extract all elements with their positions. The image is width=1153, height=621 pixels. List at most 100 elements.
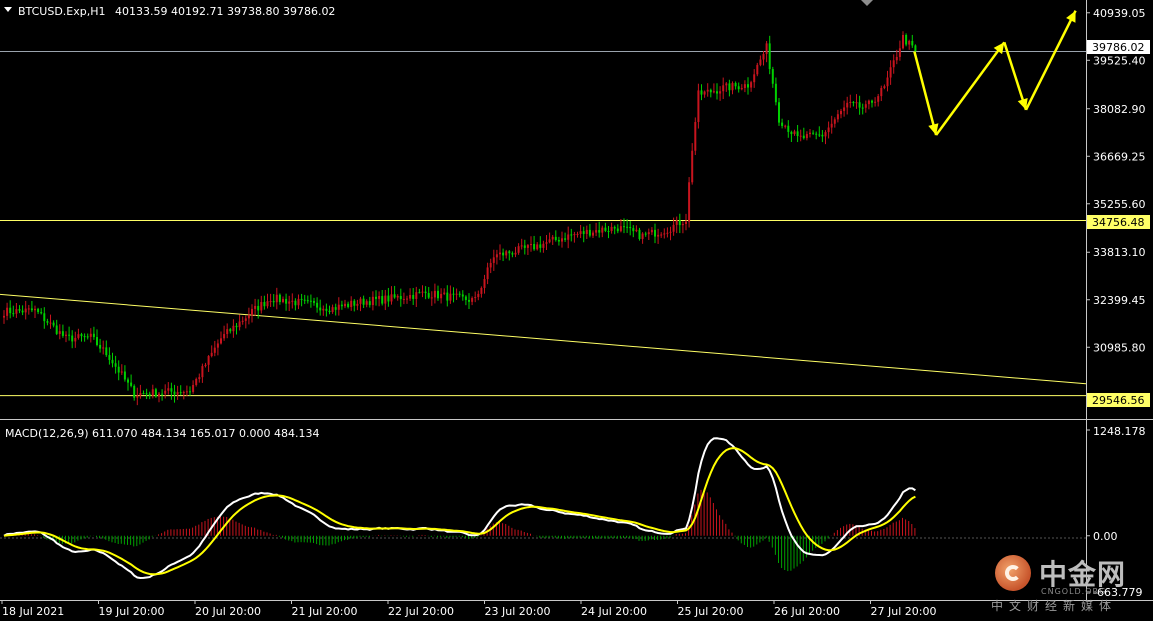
macd-title[interactable]: MACD(12,26,9) 611.070 484.134 165.017 0.… bbox=[5, 427, 319, 440]
candle-body bbox=[272, 301, 275, 303]
candle-body bbox=[471, 298, 474, 302]
candle-body bbox=[86, 336, 89, 338]
candle-body bbox=[781, 122, 784, 126]
candle-body bbox=[536, 244, 539, 250]
candle-body bbox=[740, 88, 743, 90]
time-axis-label: 18 Jul 2021 bbox=[2, 605, 64, 618]
candle-body bbox=[418, 292, 421, 294]
candle-body bbox=[402, 298, 405, 300]
candle-body bbox=[815, 133, 818, 135]
forecast-arrows[interactable] bbox=[913, 10, 1077, 136]
symbol-title[interactable]: BTCUSD.Exp,H1 bbox=[18, 5, 106, 18]
candle-body bbox=[266, 301, 269, 307]
candle-body bbox=[495, 254, 498, 258]
candle-body bbox=[793, 131, 796, 135]
candle-body bbox=[697, 90, 700, 123]
candle-body bbox=[331, 307, 334, 312]
candle-body bbox=[833, 119, 836, 124]
level-lines[interactable] bbox=[0, 51, 1086, 397]
candle-body bbox=[437, 290, 439, 299]
candle-body bbox=[192, 384, 195, 392]
candle-body bbox=[607, 230, 610, 232]
time-axis[interactable]: 18 Jul 2021 19 Jul 20:00 20 Jul 20:00 21 Ju… bbox=[1, 600, 936, 618]
current-price-label: 39786.02 bbox=[1092, 41, 1145, 54]
candle-body bbox=[288, 301, 291, 304]
candle-body bbox=[629, 227, 632, 229]
candle-body bbox=[790, 131, 793, 135]
candle-body bbox=[43, 313, 46, 322]
candle-body bbox=[182, 392, 185, 394]
candle-body bbox=[911, 40, 914, 46]
candle-body bbox=[368, 301, 371, 306]
candle-body bbox=[396, 295, 399, 298]
ohlc-readout: 40133.59 40192.71 39738.80 39786.02 bbox=[115, 5, 335, 18]
candle-body bbox=[384, 295, 387, 304]
candle-body bbox=[68, 334, 71, 336]
candle-body bbox=[123, 371, 126, 380]
level-low-label: 29546.56 bbox=[1092, 394, 1145, 407]
candle-body bbox=[731, 83, 734, 91]
candle-body bbox=[802, 135, 805, 139]
candle-body bbox=[561, 238, 563, 242]
candle-body bbox=[830, 123, 833, 128]
candle-body bbox=[787, 125, 790, 132]
price-axis-label: 39525.40 bbox=[1093, 54, 1146, 67]
candle-body bbox=[517, 246, 520, 253]
candle-body bbox=[61, 331, 64, 336]
scroll-marker-icon[interactable] bbox=[861, 0, 873, 6]
candle-body bbox=[650, 229, 653, 233]
candle-body bbox=[768, 43, 771, 70]
candle-body bbox=[877, 96, 880, 102]
candle-body bbox=[46, 321, 49, 323]
candle-body bbox=[393, 294, 396, 298]
candle-body bbox=[663, 233, 666, 235]
candle-body bbox=[706, 89, 709, 92]
symbol-dropdown-icon[interactable] bbox=[4, 7, 12, 12]
chart-window: 40939.05 39525.40 38082.90 36669.25 35255.60… bbox=[0, 0, 1153, 621]
candle-body bbox=[207, 356, 210, 365]
candle-body bbox=[895, 56, 898, 61]
candle-body bbox=[812, 132, 815, 134]
candle-body bbox=[80, 334, 83, 337]
cngold-logo-icon bbox=[995, 555, 1031, 591]
candle-body bbox=[557, 239, 560, 242]
forecast-arrow-segment bbox=[913, 51, 938, 136]
time-axis-label: 21 Jul 20:00 bbox=[292, 605, 358, 618]
candle-body bbox=[743, 84, 746, 89]
candle-body bbox=[359, 298, 362, 304]
candle-body bbox=[468, 299, 470, 302]
candle-body bbox=[852, 102, 855, 104]
candle-body bbox=[567, 234, 570, 240]
candle-body bbox=[49, 322, 52, 324]
candle-body bbox=[756, 64, 759, 75]
time-axis-label: 19 Jul 20:00 bbox=[99, 605, 165, 618]
candle-body bbox=[551, 236, 554, 240]
macd-axis-label: 0.00 bbox=[1093, 530, 1118, 543]
candle-body bbox=[796, 131, 799, 137]
candle-body bbox=[728, 83, 731, 91]
candle-body bbox=[89, 333, 92, 337]
chart-canvas[interactable]: 40939.05 39525.40 38082.90 36669.25 35255.60… bbox=[0, 0, 1153, 621]
candle-body bbox=[27, 308, 30, 310]
candle-body bbox=[623, 226, 625, 228]
candle-body bbox=[309, 300, 312, 302]
candle-body bbox=[139, 392, 142, 396]
candle-body bbox=[678, 220, 681, 226]
candle-body bbox=[278, 294, 281, 303]
price-axis[interactable]: 40939.05 39525.40 38082.90 36669.25 35255.60… bbox=[1086, 7, 1146, 354]
candle-body bbox=[406, 298, 408, 300]
candle-body bbox=[223, 334, 226, 339]
candle-body bbox=[260, 301, 263, 311]
candle-body bbox=[654, 229, 656, 237]
candle-body bbox=[247, 315, 250, 319]
candle-body bbox=[433, 290, 436, 298]
candle-body bbox=[508, 251, 511, 254]
candle-body bbox=[669, 231, 672, 233]
candle-body bbox=[3, 315, 5, 318]
candle-body bbox=[226, 329, 229, 335]
candle-body bbox=[232, 325, 235, 332]
candle-body bbox=[502, 252, 505, 256]
price-axis-label: 30985.80 bbox=[1093, 341, 1146, 354]
candle-body bbox=[285, 298, 288, 304]
candle-body bbox=[864, 104, 867, 108]
